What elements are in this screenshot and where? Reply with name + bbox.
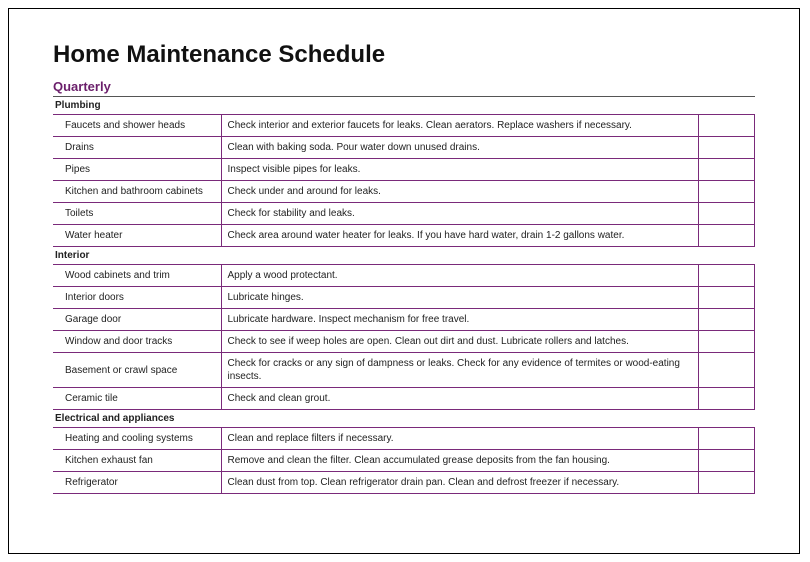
- item-task: Apply a wood protectant.: [221, 265, 699, 287]
- page-title: Home Maintenance Schedule: [53, 41, 755, 69]
- item-name: Basement or crawl space: [53, 353, 221, 388]
- item-task: Lubricate hardware. Inspect mechanism fo…: [221, 309, 699, 331]
- check-cell[interactable]: [699, 388, 755, 410]
- table-row: Faucets and shower headsCheck interior a…: [53, 115, 755, 137]
- check-cell[interactable]: [699, 203, 755, 225]
- table-row: DrainsClean with baking soda. Pour water…: [53, 137, 755, 159]
- item-task: Check under and around for leaks.: [221, 181, 699, 203]
- table-row: RefrigeratorClean dust from top. Clean r…: [53, 472, 755, 494]
- item-task: Lubricate hinges.: [221, 287, 699, 309]
- schedule-table: PlumbingFaucets and shower headsCheck in…: [53, 96, 755, 494]
- item-name: Pipes: [53, 159, 221, 181]
- period-label: Quarterly: [53, 79, 755, 94]
- item-name: Water heater: [53, 225, 221, 247]
- item-task: Remove and clean the filter. Clean accum…: [221, 450, 699, 472]
- item-task: Inspect visible pipes for leaks.: [221, 159, 699, 181]
- check-cell[interactable]: [699, 159, 755, 181]
- item-task: Check for cracks or any sign of dampness…: [221, 353, 699, 388]
- item-task: Check interior and exterior faucets for …: [221, 115, 699, 137]
- item-task: Check for stability and leaks.: [221, 203, 699, 225]
- table-row: Heating and cooling systemsClean and rep…: [53, 428, 755, 450]
- table-row: ToiletsCheck for stability and leaks.: [53, 203, 755, 225]
- item-name: Drains: [53, 137, 221, 159]
- item-name: Kitchen and bathroom cabinets: [53, 181, 221, 203]
- item-name: Toilets: [53, 203, 221, 225]
- check-cell[interactable]: [699, 265, 755, 287]
- table-row: Kitchen and bathroom cabinetsCheck under…: [53, 181, 755, 203]
- page-container: Home Maintenance Schedule Quarterly Plum…: [8, 8, 800, 554]
- item-name: Faucets and shower heads: [53, 115, 221, 137]
- check-cell[interactable]: [699, 472, 755, 494]
- check-cell[interactable]: [699, 115, 755, 137]
- item-task: Check to see if weep holes are open. Cle…: [221, 331, 699, 353]
- check-cell[interactable]: [699, 225, 755, 247]
- section-header: Electrical and appliances: [53, 410, 755, 428]
- table-row: Kitchen exhaust fanRemove and clean the …: [53, 450, 755, 472]
- table-row: Wood cabinets and trimApply a wood prote…: [53, 265, 755, 287]
- item-name: Interior doors: [53, 287, 221, 309]
- table-row: PipesInspect visible pipes for leaks.: [53, 159, 755, 181]
- item-task: Check and clean grout.: [221, 388, 699, 410]
- item-task: Clean with baking soda. Pour water down …: [221, 137, 699, 159]
- item-task: Clean dust from top. Clean refrigerator …: [221, 472, 699, 494]
- item-name: Wood cabinets and trim: [53, 265, 221, 287]
- section-header: Plumbing: [53, 97, 755, 115]
- item-name: Kitchen exhaust fan: [53, 450, 221, 472]
- section-header: Interior: [53, 247, 755, 265]
- check-cell[interactable]: [699, 309, 755, 331]
- table-row: Ceramic tileCheck and clean grout.: [53, 388, 755, 410]
- table-row: Water heaterCheck area around water heat…: [53, 225, 755, 247]
- section-name: Plumbing: [53, 97, 755, 115]
- check-cell[interactable]: [699, 137, 755, 159]
- item-name: Window and door tracks: [53, 331, 221, 353]
- item-name: Ceramic tile: [53, 388, 221, 410]
- check-cell[interactable]: [699, 353, 755, 388]
- item-task: Check area around water heater for leaks…: [221, 225, 699, 247]
- table-row: Basement or crawl spaceCheck for cracks …: [53, 353, 755, 388]
- section-name: Electrical and appliances: [53, 410, 755, 428]
- check-cell[interactable]: [699, 450, 755, 472]
- item-name: Refrigerator: [53, 472, 221, 494]
- section-name: Interior: [53, 247, 755, 265]
- table-row: Window and door tracksCheck to see if we…: [53, 331, 755, 353]
- check-cell[interactable]: [699, 181, 755, 203]
- table-row: Garage doorLubricate hardware. Inspect m…: [53, 309, 755, 331]
- check-cell[interactable]: [699, 331, 755, 353]
- check-cell[interactable]: [699, 428, 755, 450]
- item-name: Garage door: [53, 309, 221, 331]
- item-task: Clean and replace filters if necessary.: [221, 428, 699, 450]
- item-name: Heating and cooling systems: [53, 428, 221, 450]
- check-cell[interactable]: [699, 287, 755, 309]
- table-row: Interior doorsLubricate hinges.: [53, 287, 755, 309]
